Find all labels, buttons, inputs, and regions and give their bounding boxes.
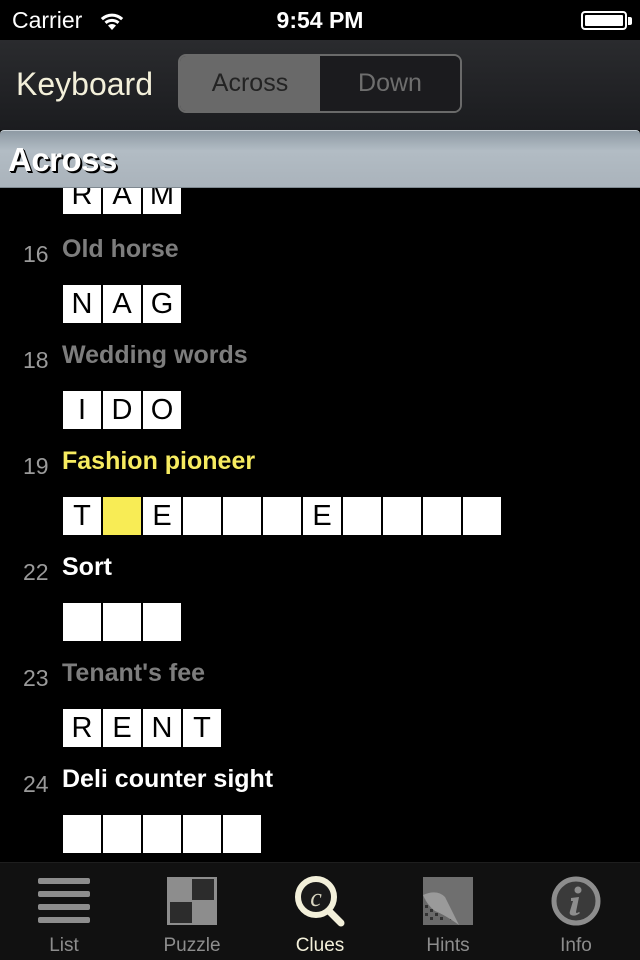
answer-cell[interactable]: M	[143, 188, 181, 214]
clue-text[interactable]: Wedding words	[62, 341, 248, 370]
tab-bar: List Puzzle c Clues Hints Info	[0, 862, 640, 960]
answer-cell[interactable]	[463, 497, 501, 535]
clue-text[interactable]: Old horse	[62, 235, 179, 264]
direction-segmented-control[interactable]: Across Down	[178, 54, 462, 113]
keyboard-button[interactable]: Keyboard	[16, 66, 153, 103]
answer-cell[interactable]: A	[103, 285, 141, 323]
segment-across[interactable]: Across	[180, 56, 320, 111]
clue-list[interactable]: R A M 16 Old horse N A G 18 Wedding words I D O 19 Fas…	[0, 188, 640, 860]
answer-cell[interactable]	[143, 815, 181, 853]
tab-puzzle[interactable]: Puzzle	[128, 863, 256, 960]
battery-tip	[628, 17, 632, 25]
answer-cell[interactable]: E	[303, 497, 341, 535]
tab-label: Puzzle	[163, 935, 221, 956]
answer-cell[interactable]	[143, 603, 181, 641]
info-icon	[551, 876, 601, 926]
section-title: Across	[8, 141, 117, 178]
tab-label: List	[49, 935, 79, 956]
tab-label: Info	[560, 935, 592, 956]
nav-bar: Keyboard Across Down	[0, 40, 640, 130]
answer-cell[interactable]	[223, 815, 261, 853]
answer-cells	[63, 815, 261, 853]
clue-text[interactable]: Sort	[62, 553, 112, 582]
hints-page-curl-icon	[423, 877, 473, 925]
answer-cell[interactable]: E	[103, 709, 141, 747]
tab-label: Clues	[295, 935, 345, 956]
status-time: 9:54 PM	[276, 7, 364, 33]
answer-cells: NAG	[63, 285, 181, 323]
clue-number: 19	[23, 453, 49, 479]
answer-cell[interactable]: D	[103, 391, 141, 429]
segment-down[interactable]: Down	[320, 56, 460, 111]
answer-cell[interactable]: E	[143, 497, 181, 535]
answer-cell[interactable]: R	[63, 709, 101, 747]
answer-cell[interactable]	[343, 497, 381, 535]
tab-hints[interactable]: Hints	[384, 863, 512, 960]
answer-cell[interactable]: G	[143, 285, 181, 323]
tab-list[interactable]: List	[0, 863, 128, 960]
clue-number: 23	[23, 665, 49, 691]
answer-cells	[63, 603, 181, 641]
answer-cells: RAM	[63, 188, 181, 214]
clue-number: 24	[23, 771, 49, 797]
answer-cell[interactable]: I	[63, 391, 101, 429]
answer-cell[interactable]: N	[63, 285, 101, 323]
answer-cell[interactable]: A	[103, 188, 141, 214]
answer-cell[interactable]	[63, 603, 101, 641]
answer-cell[interactable]	[423, 497, 461, 535]
answer-cell[interactable]	[103, 815, 141, 853]
answer-cell[interactable]	[223, 497, 261, 535]
svg-text:c: c	[310, 883, 322, 912]
clue-number: 18	[23, 347, 49, 373]
status-bar: Carrier 9:54 PM	[0, 0, 640, 40]
answer-cell[interactable]	[183, 815, 221, 853]
answer-cell[interactable]: N	[143, 709, 181, 747]
section-header: Across	[0, 130, 640, 188]
clues-magnifier-icon: c	[295, 876, 345, 927]
answer-cell[interactable]	[183, 497, 221, 535]
answer-cell[interactable]: T	[63, 497, 101, 535]
answer-cell[interactable]: O	[143, 391, 181, 429]
clue-number: 16	[23, 241, 49, 267]
clue-text[interactable]: Deli counter sight	[62, 765, 273, 794]
answer-cells: TEE	[63, 497, 501, 535]
battery-icon	[581, 11, 627, 30]
tab-clues[interactable]: c Clues	[256, 863, 384, 960]
answer-cell[interactable]	[103, 603, 141, 641]
answer-cells: IDO	[63, 391, 181, 429]
answer-cell[interactable]	[383, 497, 421, 535]
tab-label: Hints	[426, 935, 470, 956]
puzzle-grid-icon	[167, 877, 217, 925]
answer-cell[interactable]: R	[63, 188, 101, 214]
tab-info[interactable]: Info	[512, 863, 640, 960]
answer-cell[interactable]	[263, 497, 301, 535]
clue-number: 22	[23, 559, 49, 585]
answer-cells: RENT	[63, 709, 221, 747]
clue-text[interactable]: Fashion pioneer	[62, 447, 255, 476]
list-icon	[38, 878, 90, 923]
answer-cell-selected[interactable]	[103, 497, 141, 535]
answer-cell[interactable]	[63, 815, 101, 853]
clue-text[interactable]: Tenant's fee	[62, 659, 205, 688]
answer-cell[interactable]: T	[183, 709, 221, 747]
